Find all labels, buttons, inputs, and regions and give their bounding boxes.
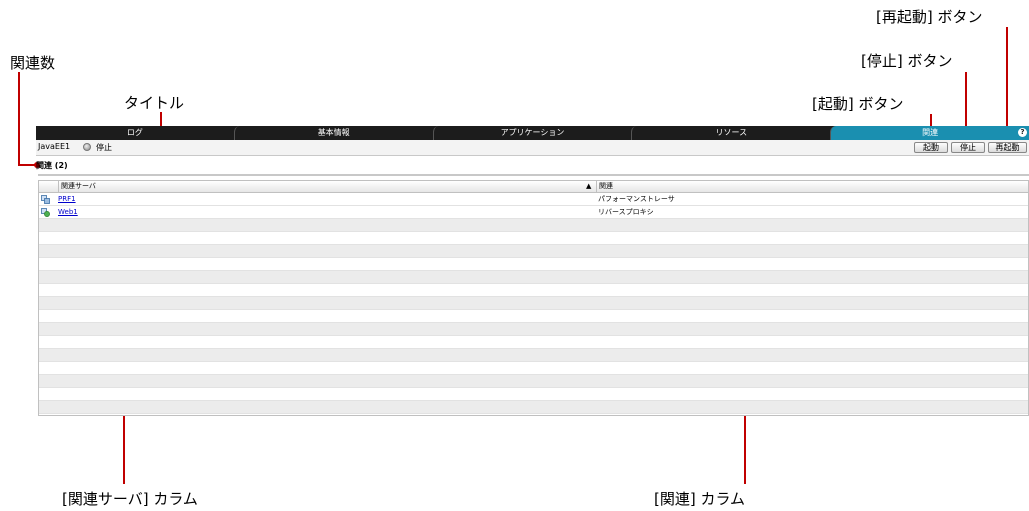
relation-cell: リバースプロキシ [598,208,654,216]
empty-table-row [39,297,1028,310]
empty-table-row [39,336,1028,349]
tab-resource[interactable]: リソース [631,126,830,140]
related-table: 関連サーバ ▲ 関連 PRF1 パフォーマンストレーサ Web1 リバースプロキ… [38,180,1029,416]
empty-table-row [39,284,1028,297]
empty-table-row [39,388,1028,401]
status-stopped-icon [83,143,91,151]
leader-line [18,72,20,166]
empty-table-row [39,232,1028,245]
column-header-server[interactable]: 関連サーバ [58,181,96,192]
callout-stop-button: [停止] ボタン [861,52,953,70]
title-row: JavaEE1 停止 起動 停止 再起動 [36,140,1029,156]
empty-table-row [39,245,1028,258]
tab-application[interactable]: アプリケーション [432,126,632,140]
table-row[interactable]: PRF1 パフォーマンストレーサ [39,193,1028,206]
web-server-icon [41,208,50,217]
table-header: 関連サーバ ▲ 関連 [39,181,1028,193]
empty-table-row [39,310,1028,323]
stop-button[interactable]: 停止 [951,142,985,153]
table-row[interactable]: Web1 リバースプロキシ [39,206,1028,219]
empty-table-row [39,258,1028,271]
empty-table-row [39,271,1028,284]
empty-table-row [39,375,1028,388]
empty-table-row [39,219,1028,232]
server-link[interactable]: PRF1 [58,193,76,206]
empty-table-row [39,323,1028,336]
empty-table-row [39,349,1028,362]
start-button[interactable]: 起動 [914,142,948,153]
tab-bar: ログ 基本情報 アプリケーション リソース 関連 ? [36,126,1029,140]
column-header-relation[interactable]: 関連 [596,181,613,192]
prf-server-icon [41,195,50,204]
relation-cell: パフォーマンストレーサ [598,195,675,203]
tab-related[interactable]: 関連 ? [830,126,1029,140]
tab-log[interactable]: ログ [36,126,234,140]
server-title: JavaEE1 [38,142,71,151]
callout-start-button: [起動] ボタン [812,95,904,113]
empty-table-row [39,362,1028,375]
tab-basic-info[interactable]: 基本情報 [233,126,433,140]
callout-title: タイトル [124,94,185,112]
sort-asc-icon[interactable]: ▲ [586,181,591,192]
callout-relation-column: [関連] カラム [654,490,746,508]
server-link[interactable]: Web1 [58,206,78,219]
callout-kanren-count: 関連数 [10,54,56,72]
related-count-heading: 関連 (2) [36,161,68,170]
empty-table-row [39,401,1028,414]
tab-related-label: 関連 [922,128,939,137]
restart-button[interactable]: 再起動 [988,142,1027,153]
help-icon[interactable]: ? [1017,128,1027,137]
status-text: 停止 [96,143,112,152]
callout-restart-button: [再起動] ボタン [876,8,983,26]
divider [38,174,1029,176]
callout-server-column: [関連サーバ] カラム [62,490,198,508]
